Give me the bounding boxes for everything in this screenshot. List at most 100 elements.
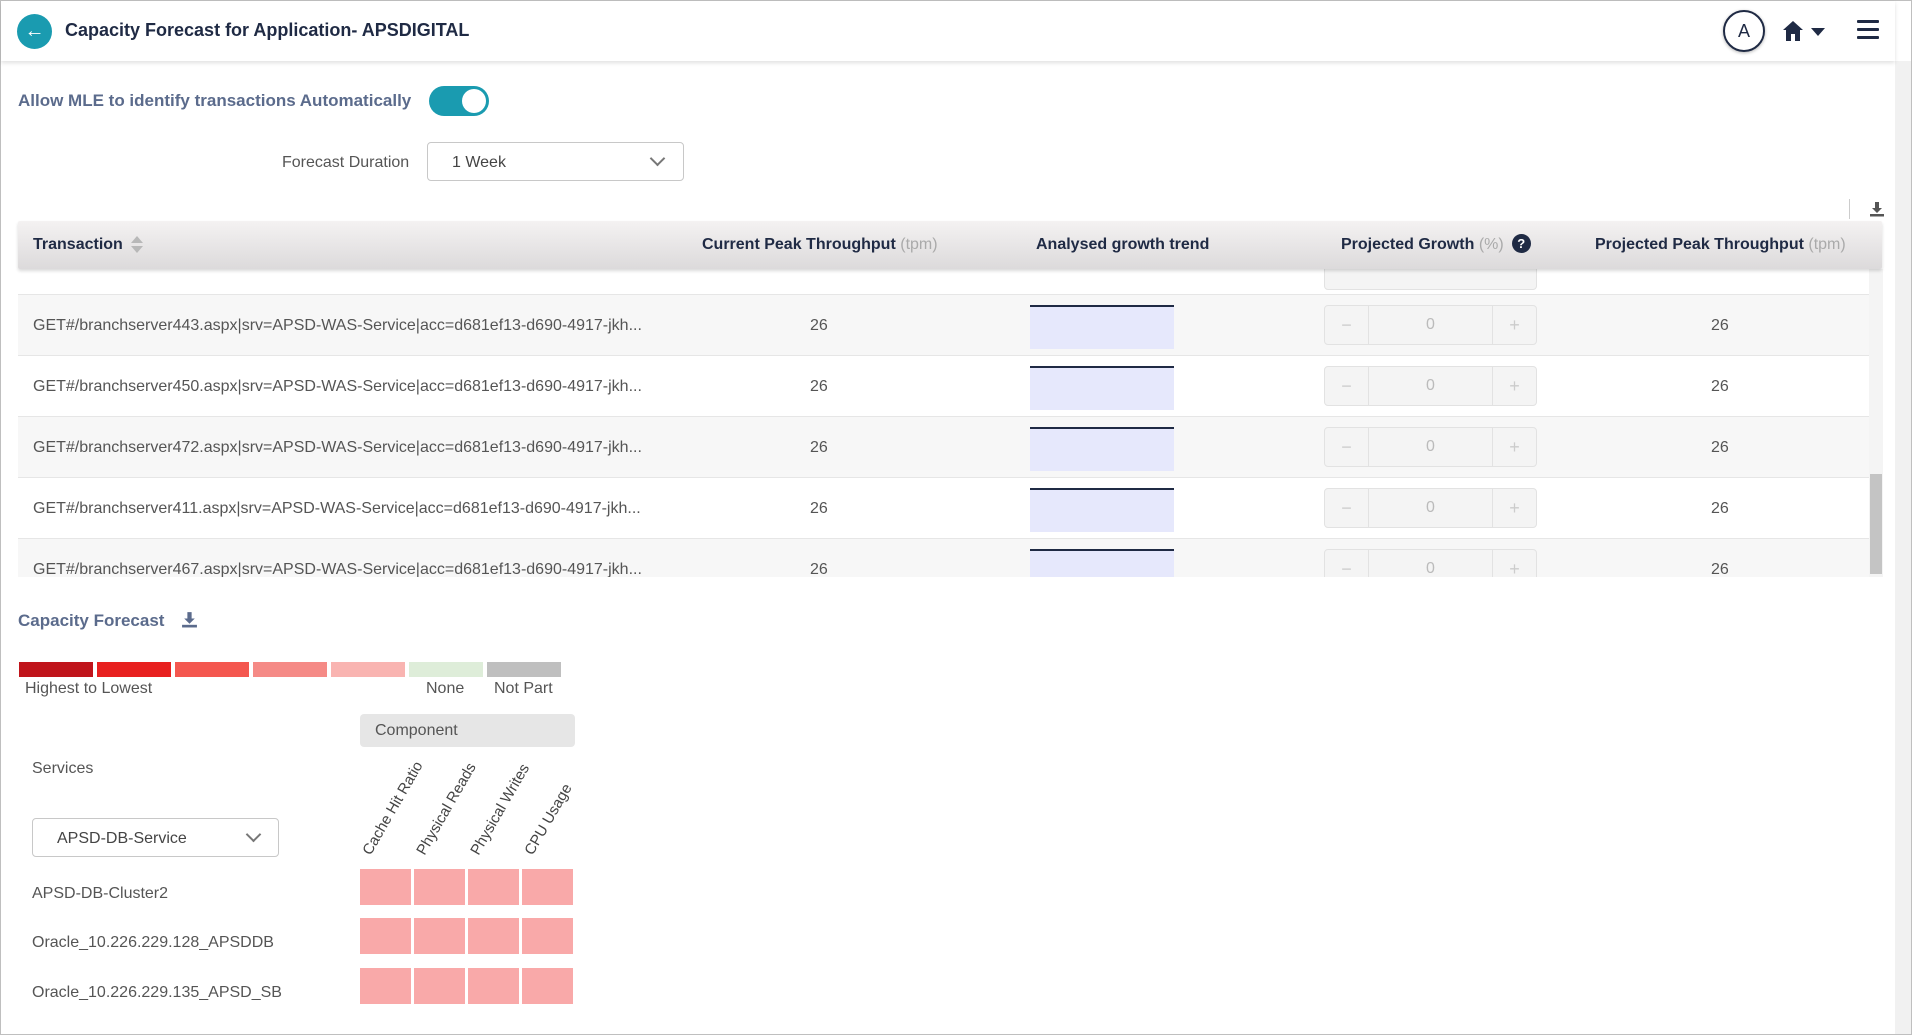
transaction-name: GET#/branchserver411.aspx|srv=APSD-WAS-S…: [33, 500, 641, 517]
growth-trend-sparkline: [1030, 488, 1174, 532]
transaction-name: GET#/branchserver467.aspx|srv=APSD-WAS-S…: [33, 561, 642, 577]
page-title: Capacity Forecast for Application- APSDI…: [65, 20, 470, 40]
heatmap-cell[interactable]: [468, 869, 519, 905]
heatmap-cell[interactable]: [360, 968, 411, 1004]
home-icon[interactable]: [1781, 19, 1805, 43]
services-label: Services: [32, 760, 94, 777]
column-header-trend: Analysed growth trend: [1036, 221, 1209, 269]
growth-stepper: − 0 +: [1324, 366, 1537, 406]
current-peak-value: 26: [810, 561, 828, 577]
growth-stepper: − 0 +: [1324, 305, 1537, 345]
heatmap-cell[interactable]: [414, 869, 465, 905]
growth-input[interactable]: 0: [1369, 367, 1492, 405]
forecast-duration-label: Forecast Duration: [282, 154, 410, 171]
table-row[interactable]: GET#/branchserver443.aspx|srv=APSD-WAS-S…: [18, 295, 1869, 356]
avatar[interactable]: A: [1723, 10, 1765, 52]
heatmap-cell[interactable]: [360, 918, 411, 954]
help-icon[interactable]: ?: [1511, 233, 1531, 253]
arrow-left-icon: ←: [24, 20, 45, 42]
download-icon[interactable]: [181, 611, 198, 628]
hamburger-menu-icon[interactable]: [1857, 20, 1879, 40]
sort-icon[interactable]: [130, 235, 143, 255]
projected-peak-value: 26: [1711, 378, 1729, 395]
growth-trend-sparkline: [1030, 305, 1174, 349]
decrement-button[interactable]: −: [1325, 550, 1369, 577]
growth-stepper: − 0 +: [1324, 549, 1537, 577]
heatmap-cell[interactable]: [468, 918, 519, 954]
heatmap-cell[interactable]: [522, 968, 573, 1004]
current-peak-value: 26: [810, 378, 828, 395]
growth-trend-sparkline: [1030, 549, 1174, 577]
download-icon[interactable]: [1869, 201, 1885, 217]
forecast-duration-select[interactable]: 1 Week: [427, 142, 684, 181]
table-row[interactable]: GET#/branchserver467.aspx|srv=APSD-WAS-S…: [18, 539, 1869, 577]
heatmap-cell[interactable]: [414, 918, 465, 954]
table-scrollbar[interactable]: [1869, 269, 1883, 577]
table-body[interactable]: GET#/branchserver443.aspx|srv=APSD-WAS-S…: [18, 269, 1869, 577]
service-row-label: Oracle_10.226.229.135_APSD_SB: [32, 984, 282, 1001]
decrement-button[interactable]: −: [1325, 306, 1369, 344]
heatmap-cell[interactable]: [468, 968, 519, 1004]
heatmap-cell[interactable]: [360, 869, 411, 905]
legend-not-part: Not Part: [494, 680, 553, 697]
growth-stepper: − 0 +: [1324, 488, 1537, 528]
app-window: ← Capacity Forecast for Application- APS…: [0, 0, 1912, 1035]
increment-button[interactable]: +: [1492, 367, 1536, 405]
back-button[interactable]: ←: [17, 14, 52, 49]
decrement-button[interactable]: −: [1325, 367, 1369, 405]
heatmap-column-label: CPU Usage: [521, 780, 576, 858]
current-peak-value: 26: [810, 439, 828, 456]
legend-color-swatch: [19, 662, 93, 677]
table-row[interactable]: GET#/branchserver411.aspx|srv=APSD-WAS-S…: [18, 478, 1869, 539]
increment-button[interactable]: +: [1492, 550, 1536, 577]
growth-trend-sparkline: [1030, 366, 1174, 410]
page-scrollbar[interactable]: [1895, 61, 1911, 1034]
table-header: Transaction Current Peak Throughput (tpm…: [18, 221, 1882, 269]
legend-color-swatch: [97, 662, 171, 677]
column-header-label: Transaction: [33, 236, 123, 253]
mle-toggle[interactable]: [429, 86, 489, 116]
decrement-button[interactable]: −: [1325, 428, 1369, 466]
unit-label: (tpm): [1808, 236, 1846, 253]
top-bar: ← Capacity Forecast for Application- APS…: [1, 1, 1895, 61]
column-header-label: Analysed growth trend: [1036, 236, 1210, 253]
growth-stepper: − 0 +: [1324, 427, 1537, 467]
heatmap-cell[interactable]: [522, 869, 573, 905]
growth-input[interactable]: 0: [1369, 489, 1492, 527]
column-header-transaction[interactable]: Transaction: [33, 221, 143, 269]
increment-button[interactable]: +: [1492, 489, 1536, 527]
legend-color-swatch: [331, 662, 405, 677]
legend-none: None: [426, 680, 465, 697]
legend-color-swatch: [175, 662, 249, 677]
table-row: [18, 269, 1869, 295]
growth-input[interactable]: 0: [1369, 306, 1492, 344]
scrollbar-thumb[interactable]: [1870, 474, 1882, 574]
heatmap-cell[interactable]: [522, 918, 573, 954]
increment-button[interactable]: +: [1492, 428, 1536, 466]
service-select-value: APSD-DB-Service: [57, 830, 187, 847]
current-peak-value: 26: [810, 317, 828, 334]
decrement-button[interactable]: −: [1325, 489, 1369, 527]
chevron-down-icon: [649, 150, 666, 167]
mle-toggle-label: Allow MLE to identify transactions Autom…: [18, 91, 412, 110]
increment-button[interactable]: +: [1492, 306, 1536, 344]
heatmap-cell[interactable]: [414, 968, 465, 1004]
service-select[interactable]: APSD-DB-Service: [32, 818, 279, 857]
column-header-current-peak: Current Peak Throughput (tpm): [702, 221, 938, 269]
legend-color-swatch: [487, 662, 561, 677]
legend-highest-to-lowest: Highest to Lowest: [25, 680, 153, 697]
table-row[interactable]: GET#/branchserver472.aspx|srv=APSD-WAS-S…: [18, 417, 1869, 478]
growth-input[interactable]: 0: [1369, 428, 1492, 466]
growth-input[interactable]: 0: [1369, 550, 1492, 577]
unit-label: (tpm): [900, 236, 938, 253]
current-peak-value: 26: [810, 500, 828, 517]
column-header-label: Projected Peak Throughput: [1595, 236, 1804, 253]
transaction-name: GET#/branchserver472.aspx|srv=APSD-WAS-S…: [33, 439, 642, 456]
table-row[interactable]: GET#/branchserver450.aspx|srv=APSD-WAS-S…: [18, 356, 1869, 417]
column-header-label: Current Peak Throughput: [702, 236, 896, 253]
chevron-down-icon[interactable]: [1811, 28, 1825, 36]
component-header: Component: [360, 714, 575, 747]
service-row-label: Oracle_10.226.229.128_APSDDB: [32, 934, 274, 951]
growth-trend-sparkline: [1030, 427, 1174, 471]
transaction-name: GET#/branchserver450.aspx|srv=APSD-WAS-S…: [33, 378, 642, 395]
